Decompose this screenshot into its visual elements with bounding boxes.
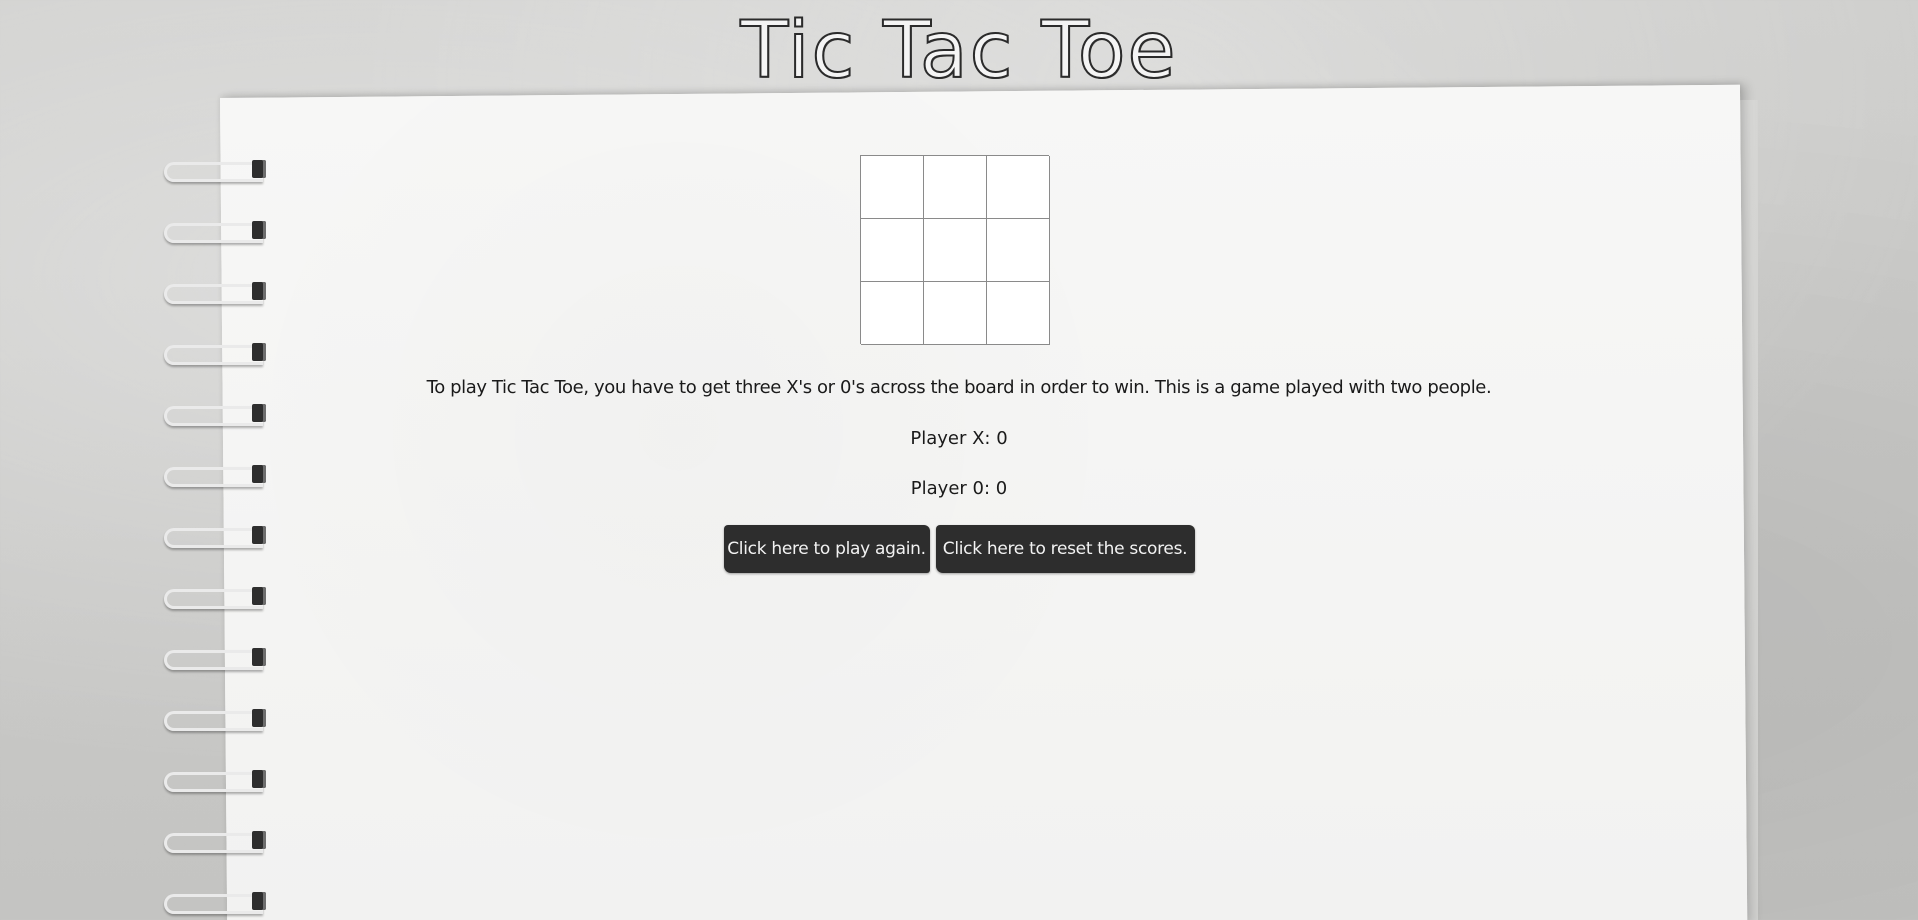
play-again-button[interactable]: Click here to play again. (723, 525, 930, 573)
spiral-ring (164, 219, 266, 245)
game-board (860, 155, 1050, 345)
spiral-ring (164, 646, 266, 672)
spiral-ring (164, 280, 266, 306)
board-cell-4[interactable] (861, 219, 924, 282)
spiral-ring (164, 341, 266, 367)
player-o-score: Player 0: 0 (910, 478, 1008, 499)
spiral-ring (164, 402, 266, 428)
spiral-ring (164, 707, 266, 733)
board-cell-2[interactable] (924, 156, 987, 219)
spiral-ring (164, 158, 266, 184)
spiral-ring (164, 768, 266, 794)
board-cell-7[interactable] (861, 282, 924, 345)
board-cell-5[interactable] (924, 219, 987, 282)
spiral-ring (164, 890, 266, 916)
spiral-ring (164, 829, 266, 855)
board-cell-9[interactable] (987, 282, 1050, 345)
game-instructions: To play Tic Tac Toe, you have to get thr… (426, 377, 1492, 398)
board-cell-1[interactable] (861, 156, 924, 219)
player-x-score: Player X: 0 (910, 428, 1008, 449)
board-cell-3[interactable] (987, 156, 1050, 219)
board-cell-8[interactable] (924, 282, 987, 345)
page-title: Tic Tac Toe (740, 5, 1178, 97)
spiral-ring (164, 585, 266, 611)
board-cell-6[interactable] (987, 219, 1050, 282)
action-buttons: Click here to play again. Click here to … (0, 525, 1918, 573)
reset-scores-button[interactable]: Click here to reset the scores. (935, 525, 1195, 573)
